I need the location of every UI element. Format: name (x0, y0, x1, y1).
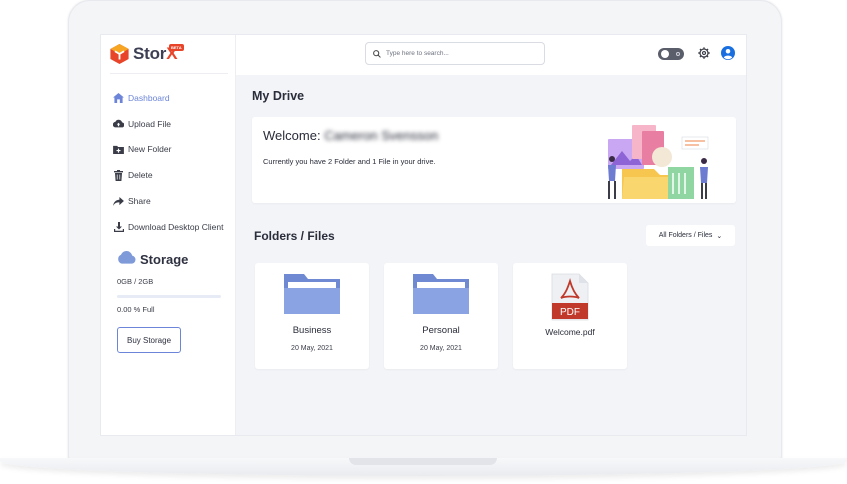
cloud-icon (117, 251, 136, 267)
folder-plus-icon (113, 144, 124, 155)
pdf-badge-text: PDF (560, 307, 580, 318)
laptop-notch (349, 458, 497, 465)
sidebar-item-label: Share (128, 196, 151, 207)
top-bar (236, 35, 746, 75)
folder-card-personal[interactable]: Personal 20 May, 2021 (384, 263, 498, 369)
storage-progress-bar (117, 295, 221, 298)
folder-name: Personal (422, 325, 460, 336)
section-title: Folders / Files (254, 229, 335, 243)
pdf-file-icon: PDF (551, 273, 589, 321)
storx-logo[interactable]: StorX BETA (110, 43, 190, 65)
sidebar-item-label: Upload File (128, 118, 171, 129)
storx-logo-icon (110, 44, 129, 64)
trash-icon (113, 169, 124, 181)
buy-storage-button[interactable]: Buy Storage (117, 327, 181, 353)
sidebar-item-new-folder[interactable]: New Folder (113, 137, 233, 163)
folder-icon (413, 274, 469, 314)
download-icon (113, 221, 124, 232)
sidebar-item-upload-file[interactable]: Upload File (113, 111, 233, 137)
file-name: Welcome.pdf (545, 327, 595, 337)
search-box[interactable] (365, 42, 545, 65)
beta-badge: BETA (169, 44, 184, 51)
filter-dropdown[interactable]: All Folders / Files ⌄ (646, 225, 735, 246)
gear-icon[interactable] (697, 46, 711, 60)
folder-date: 20 May, 2021 (291, 345, 333, 352)
welcome-subtitle: Currently you have 2 Folder and 1 File i… (263, 157, 436, 166)
storage-percent: 0.00 % Full (117, 305, 155, 314)
filter-label: All Folders / Files (658, 232, 713, 239)
welcome-greeting: Welcome: (263, 128, 321, 143)
sidebar-item-dashboard[interactable]: Dashboard (113, 85, 233, 111)
welcome-card: Welcome: Cameron Svensson Currently you … (252, 117, 736, 203)
app-screen: StorX BETA Dashboard Upload File New Fol… (100, 34, 747, 436)
cloud-upload-icon (113, 118, 124, 129)
storage-used: 0GB / 2GB (117, 277, 154, 286)
user-name: Cameron Svensson (324, 128, 439, 143)
toggle-knob (661, 50, 669, 58)
sidebar-divider (110, 73, 228, 74)
sidebar-item-label: Dashboard (128, 92, 170, 103)
theme-toggle[interactable] (658, 48, 684, 60)
file-card-welcome-pdf[interactable]: PDF Welcome.pdf (513, 263, 627, 369)
page-title: My Drive (252, 89, 305, 103)
folder-date: 20 May, 2021 (420, 345, 462, 352)
folder-card-business[interactable]: Business 20 May, 2021 (255, 263, 369, 369)
storage-title-text: Storage (140, 251, 189, 267)
folder-icon (284, 274, 340, 314)
sidebar-item-label: New Folder (128, 144, 172, 155)
folder-name: Business (292, 325, 332, 336)
sidebar-item-share[interactable]: Share (113, 188, 233, 214)
user-avatar-icon[interactable] (721, 46, 735, 60)
sidebar-nav: Dashboard Upload File New Folder Delete (113, 85, 233, 240)
home-icon (113, 92, 124, 103)
sidebar-item-download-desktop-client[interactable]: Download Desktop Client (113, 214, 233, 240)
sidebar: StorX BETA Dashboard Upload File New Fol… (101, 35, 236, 435)
toggle-indicator (676, 52, 680, 56)
search-input[interactable] (386, 50, 536, 57)
welcome-heading: Welcome: Cameron Svensson (263, 128, 438, 143)
drive-illustration (608, 125, 709, 199)
storage-heading: Storage (117, 251, 188, 267)
sidebar-item-label: Download Desktop Client (128, 221, 224, 232)
sidebar-item-label: Delete (128, 170, 153, 181)
sidebar-item-delete[interactable]: Delete (113, 162, 233, 188)
share-icon (113, 196, 124, 207)
chevron-down-icon: ⌄ (716, 232, 723, 240)
search-icon (373, 45, 381, 63)
